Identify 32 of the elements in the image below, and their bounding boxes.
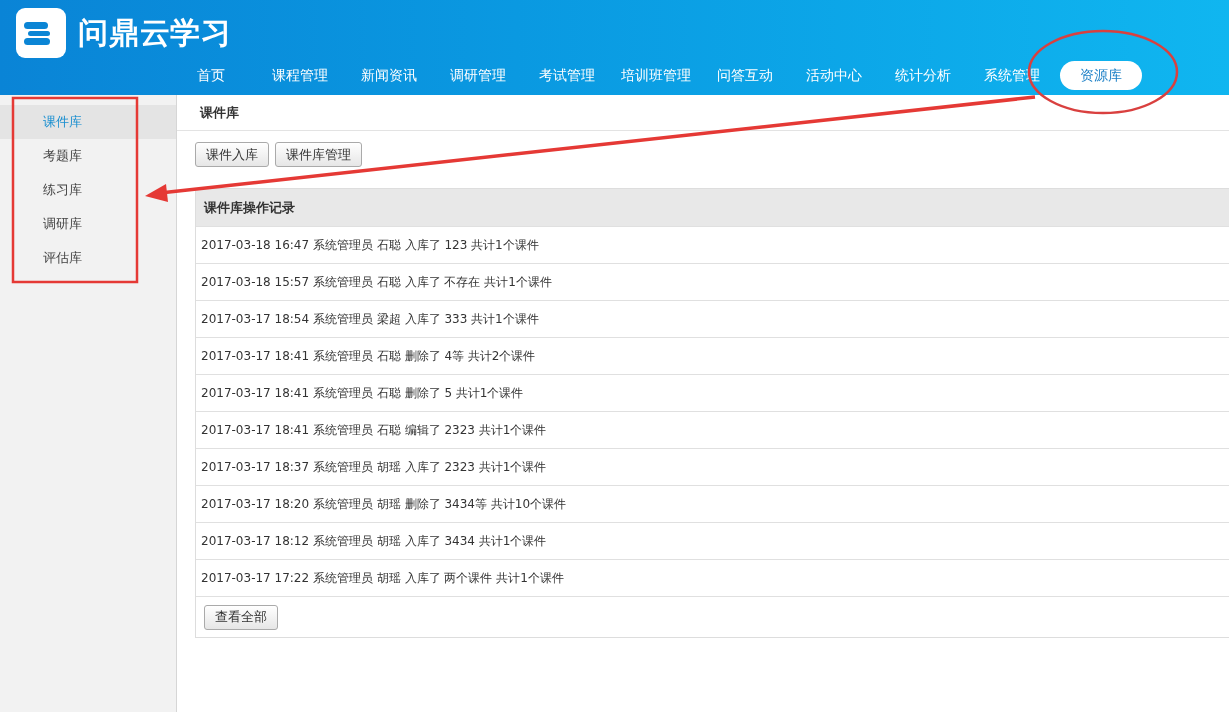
- log-entry: 2017-03-17 18:20 系统管理员 胡瑶 删除了 3434等 共计10个课件: [201, 496, 566, 513]
- nav-tab[interactable]: 调研管理: [449, 60, 506, 90]
- log-entry: 2017-03-17 18:41 系统管理员 石聪 删除了 5 共计1个课件: [201, 385, 524, 402]
- view-all-button[interactable]: 查看全部: [204, 604, 278, 630]
- nav-tab[interactable]: 考试管理: [538, 60, 595, 90]
- log-entry: 2017-03-17 17:22 系统管理员 胡瑶 入库了 两个课件 共计1个课件: [201, 570, 564, 587]
- log-entry: 2017-03-17 18:41 系统管理员 石聪 删除了 4等 共计2个课件: [201, 348, 536, 365]
- nav-tab[interactable]: 新闻资讯: [360, 60, 417, 90]
- nav-tab[interactable]: 培训班管理: [620, 60, 691, 90]
- nav-tab[interactable]: 活动中心: [805, 60, 862, 90]
- log-entry: 2017-03-17 18:54 系统管理员 梁超 入库了 333 共计1个课件: [201, 311, 539, 328]
- sidebar-item[interactable]: 练习库: [0, 173, 176, 207]
- log-entry: 2017-03-17 18:12 系统管理员 胡瑶 入库了 3434 共计1个课件: [201, 533, 547, 550]
- nav-tab[interactable]: 统计分析: [894, 60, 951, 90]
- toolbar-button[interactable]: 课件入库: [195, 142, 269, 167]
- nav-tab[interactable]: 问答互动: [716, 60, 773, 90]
- page-title: 课件库: [200, 103, 239, 122]
- sidebar-item[interactable]: 调研库: [0, 207, 176, 241]
- sidebar-item[interactable]: 评估库: [0, 241, 176, 275]
- nav-tab[interactable]: 首页: [196, 60, 225, 90]
- brand-name: 问鼎云学习: [78, 14, 232, 52]
- log-entry: 2017-03-18 16:47 系统管理员 石聪 入库了 123 共计1个课件: [201, 237, 539, 254]
- panel-title: 课件库操作记录: [204, 198, 295, 217]
- sidebar-item[interactable]: 考题库: [0, 139, 176, 173]
- sidebar-item[interactable]: 课件库: [0, 105, 176, 139]
- nav-tab[interactable]: 资源库: [1059, 60, 1142, 90]
- log-entry: 2017-03-17 18:41 系统管理员 石聪 编辑了 2323 共计1个课件: [201, 422, 547, 439]
- log-entry: 2017-03-17 18:37 系统管理员 胡瑶 入库了 2323 共计1个课件: [201, 459, 547, 476]
- log-entry: 2017-03-18 15:57 系统管理员 石聪 入库了 不存在 共计1个课件: [201, 274, 552, 291]
- toolbar-button[interactable]: 课件库管理: [275, 142, 362, 167]
- logo-icon: [16, 7, 66, 58]
- nav-tab[interactable]: 课程管理: [271, 60, 328, 90]
